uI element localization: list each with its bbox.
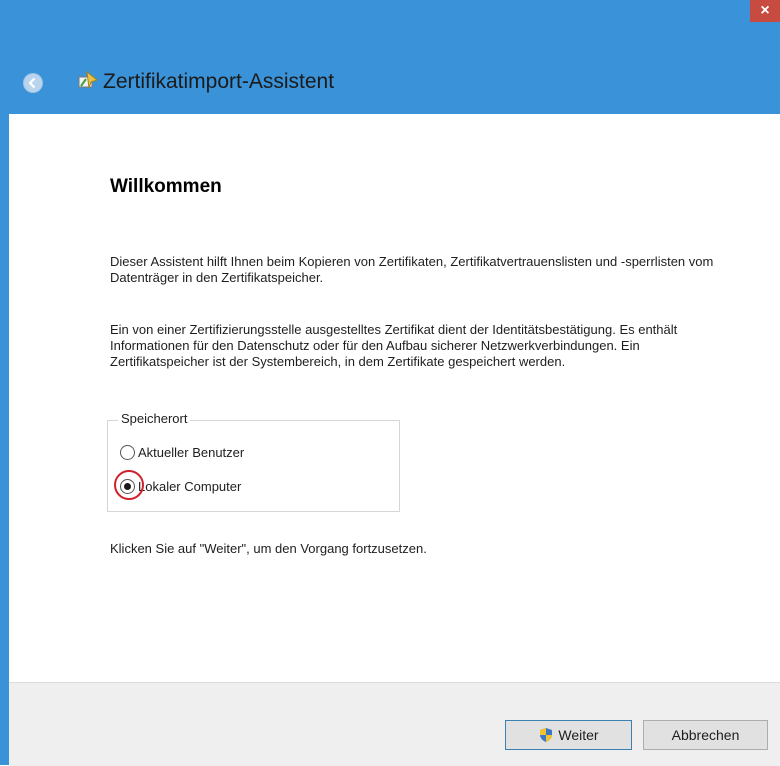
- radio-button-icon[interactable]: [120, 445, 135, 460]
- radio-label: Lokaler Computer: [138, 479, 242, 494]
- close-button[interactable]: ×: [750, 0, 780, 22]
- uac-shield-icon: [540, 728, 553, 742]
- red-circle-annotation: [114, 470, 144, 500]
- radio-current-user[interactable]: Aktueller Benutzer: [120, 445, 244, 460]
- window-title: Zertifikatimport-Assistent: [103, 70, 335, 93]
- certificate-icon: [77, 70, 99, 92]
- back-arrow-icon[interactable]: [23, 73, 43, 93]
- cancel-button[interactable]: Abbrechen: [643, 720, 768, 750]
- storage-location-group: [107, 420, 400, 512]
- next-label: Weiter: [558, 727, 599, 743]
- page-title: Willkommen: [110, 176, 222, 197]
- titlebar: ×: [9, 0, 780, 114]
- instruction-text: Klicken Sie auf "Weiter", um den Vorgang…: [110, 541, 427, 556]
- storage-location-label: Speicherort: [118, 411, 191, 426]
- content-area: [9, 114, 780, 682]
- description-text: Ein von einer Zertifizierungsstelle ausg…: [110, 322, 678, 369]
- wizard-window: × Zertifikatimport-Assistent Willkommen …: [0, 0, 780, 766]
- window-border: [0, 0, 9, 765]
- next-button[interactable]: Weiter: [505, 720, 632, 750]
- intro-text: Dieser Assistent hilft Ihnen beim Kopier…: [110, 254, 714, 285]
- radio-label: Aktueller Benutzer: [138, 445, 245, 460]
